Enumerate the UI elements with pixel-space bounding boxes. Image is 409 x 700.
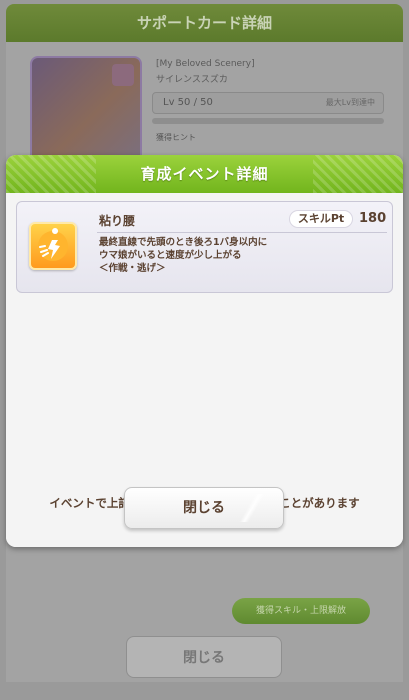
skill-description-line: ウマ娘がいると速度が少し上がる	[99, 250, 242, 261]
card-level-box: Lv 50 / 50 最大Lv到達中	[152, 92, 384, 114]
background-close-button: 閉じる	[126, 636, 282, 678]
card-title: [My Beloved Scenery]	[156, 59, 255, 69]
background-header: サポートカード詳細	[6, 4, 403, 42]
speed-skill-icon	[29, 222, 77, 270]
skill-name: 粘り腰	[99, 214, 136, 228]
card-level-note: 最大Lv到達中	[325, 98, 375, 107]
card-level-label: Lv 50 / 50	[163, 97, 213, 108]
card-level-bar	[152, 118, 384, 124]
close-button[interactable]: 閉じる	[124, 487, 284, 529]
card-type-icon	[112, 64, 134, 86]
hint-section-label: 獲得ヒント	[156, 133, 196, 142]
skill-limit-button: 獲得スキル・上限解放	[232, 598, 370, 624]
skill-pt-label: スキルPt	[289, 210, 353, 228]
skill-card[interactable]: 粘り腰 スキルPt 180 最終直線で先頭のとき後ろ1バ身以内に ウマ娘がいると…	[16, 201, 393, 293]
skill-description: 最終直線で先頭のとき後ろ1バ身以内に ウマ娘がいると速度が少し上がる ＜作戦・逃…	[99, 236, 267, 275]
card-character-name: サイレンススズカ	[156, 75, 228, 85]
skill-pt-value: 180	[359, 211, 387, 226]
skill-description-line: 最終直線で先頭のとき後ろ1バ身以内に	[99, 237, 268, 248]
skill-divider	[97, 232, 387, 233]
dialog-title: 育成イベント詳細	[6, 155, 403, 193]
skill-description-line: ＜作戦・逃げ＞	[99, 263, 166, 274]
support-card-art	[30, 56, 142, 168]
